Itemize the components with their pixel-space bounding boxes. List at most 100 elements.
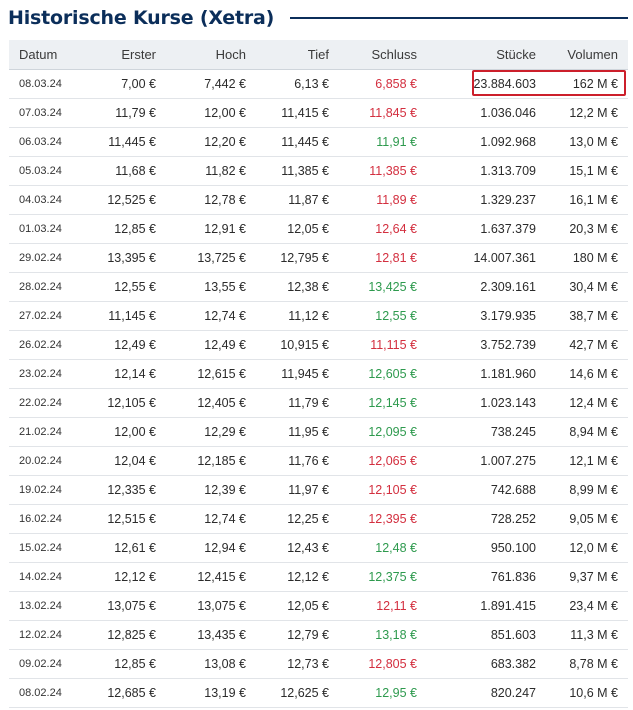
hoch-cell: 13,19 € [166,678,256,708]
date-cell: 21.02.24 [9,417,86,447]
stuecke-cell: 23.884.603 [427,69,546,99]
volumen-cell: 12,0 M € [546,533,628,563]
volumen-cell: 180 M € [546,243,628,273]
date-cell: 01.03.24 [9,214,86,244]
volumen-cell: 30,4 M € [546,272,628,302]
table-row: 12.02.24 12,825 €13,435 €12,79 €13,18 €85… [9,620,628,650]
tief-cell: 12,38 € [256,272,339,302]
column-header-schluss[interactable]: Schluss [339,40,427,70]
stuecke-cell: 1.329.237 [427,185,546,215]
erster-cell: 7,00 € [86,69,166,99]
stuecke-cell: 1.007.275 [427,446,546,476]
column-header-datum[interactable]: Datum [9,40,86,70]
hoch-cell: 12,29 € [166,417,256,447]
table-row: 13.02.24 13,075 €13,075 €12,05 €12,11 €1.… [9,591,628,621]
stuecke-cell: 1.313.709 [427,156,546,186]
erster-cell: 12,04 € [86,446,166,476]
table-row: 09.02.24 12,85 €13,08 €12,73 €12,805 €683… [9,649,628,679]
volumen-cell: 20,3 M € [546,214,628,244]
stuecke-cell: 3.752.739 [427,330,546,360]
tief-cell: 10,915 € [256,330,339,360]
column-header-stuecke[interactable]: Stücke [427,40,546,70]
schluss-cell: 12,105 € [339,475,427,505]
erster-cell: 11,145 € [86,301,166,331]
date-cell: 23.02.24 [9,359,86,389]
tief-cell: 12,25 € [256,504,339,534]
stuecke-cell: 950.100 [427,533,546,563]
erster-cell: 12,55 € [86,272,166,302]
schluss-cell: 12,11 € [339,591,427,621]
hoch-cell: 13,435 € [166,620,256,650]
date-cell: 13.02.24 [9,591,86,621]
schluss-cell: 11,385 € [339,156,427,186]
hoch-cell: 12,74 € [166,301,256,331]
date-cell: 16.02.24 [9,504,86,534]
stuecke-cell: 728.252 [427,504,546,534]
tief-cell: 11,87 € [256,185,339,215]
volumen-cell: 14,6 M € [546,359,628,389]
tief-cell: 12,43 € [256,533,339,563]
date-cell: 04.03.24 [9,185,86,215]
stuecke-cell: 761.836 [427,562,546,592]
hoch-cell: 12,78 € [166,185,256,215]
tief-cell: 12,625 € [256,678,339,708]
table-row: 08.03.24 7,00 €7,442 €6,13 €6,858 €23.884… [9,69,628,99]
title-divider [290,17,628,19]
column-header-volumen[interactable]: Volumen [546,40,628,70]
volumen-cell: 16,1 M € [546,185,628,215]
table-row: 22.02.24 12,105 €12,405 €11,79 €12,145 €1… [9,388,628,418]
schluss-cell: 12,095 € [339,417,427,447]
hoch-cell: 12,185 € [166,446,256,476]
tief-cell: 12,795 € [256,243,339,273]
volumen-cell: 8,94 M € [546,417,628,447]
date-cell: 05.03.24 [9,156,86,186]
date-cell: 08.03.24 [9,69,86,99]
erster-cell: 12,335 € [86,475,166,505]
stuecke-cell: 3.179.935 [427,301,546,331]
schluss-cell: 6,858 € [339,69,427,99]
date-cell: 19.02.24 [9,475,86,505]
date-cell: 29.02.24 [9,243,86,273]
date-cell: 08.02.24 [9,678,86,708]
table-row: 26.02.24 12,49 €12,49 €10,915 €11,115 €3.… [9,330,628,360]
stuecke-cell: 1.092.968 [427,127,546,157]
table-row: 29.02.24 13,395 €13,725 €12,795 €12,81 €1… [9,243,628,273]
column-header-hoch[interactable]: Hoch [166,40,256,70]
erster-cell: 12,525 € [86,185,166,215]
schluss-cell: 11,91 € [339,127,427,157]
schluss-cell: 11,89 € [339,185,427,215]
erster-cell: 13,075 € [86,591,166,621]
stuecke-cell: 683.382 [427,649,546,679]
tief-cell: 11,12 € [256,301,339,331]
schluss-cell: 12,145 € [339,388,427,418]
table-body: 08.03.24 7,00 €7,442 €6,13 €6,858 €23.884… [9,69,628,708]
tief-cell: 6,13 € [256,69,339,99]
hoch-cell: 12,91 € [166,214,256,244]
tief-cell: 11,79 € [256,388,339,418]
table-row: 08.02.24 12,685 €13,19 €12,625 €12,95 €82… [9,678,628,708]
table-row: 05.03.24 11,68 €11,82 €11,385 €11,385 €1.… [9,156,628,186]
schluss-cell: 12,805 € [339,649,427,679]
erster-cell: 12,105 € [86,388,166,418]
column-header-tief[interactable]: Tief [256,40,339,70]
date-cell: 28.02.24 [9,272,86,302]
stuecke-cell: 14.007.361 [427,243,546,273]
volumen-cell: 38,7 M € [546,301,628,331]
volumen-cell: 42,7 M € [546,330,628,360]
hoch-cell: 11,82 € [166,156,256,186]
tief-cell: 12,12 € [256,562,339,592]
volumen-cell: 12,1 M € [546,446,628,476]
column-header-erster[interactable]: Erster [86,40,166,70]
erster-cell: 12,85 € [86,649,166,679]
hoch-cell: 13,08 € [166,649,256,679]
date-cell: 14.02.24 [9,562,86,592]
erster-cell: 12,49 € [86,330,166,360]
date-cell: 07.03.24 [9,98,86,128]
erster-cell: 12,12 € [86,562,166,592]
stuecke-cell: 1.023.143 [427,388,546,418]
schluss-cell: 11,115 € [339,330,427,360]
hoch-cell: 12,405 € [166,388,256,418]
hoch-cell: 13,725 € [166,243,256,273]
date-cell: 27.02.24 [9,301,86,331]
table-row: 07.03.24 11,79 €12,00 €11,415 €11,845 €1.… [9,98,628,128]
